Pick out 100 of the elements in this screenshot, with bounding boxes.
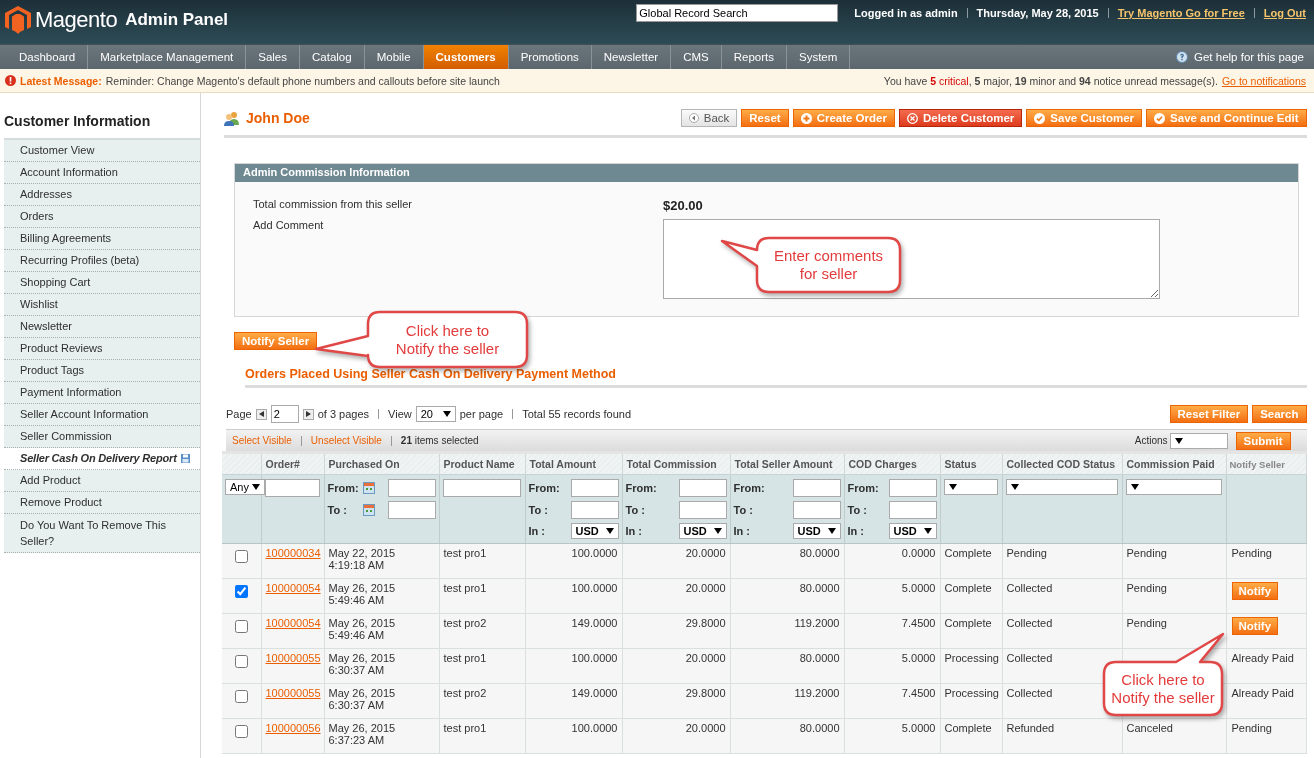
row-checkbox[interactable] [235,620,249,633]
sidebar-item[interactable]: Orders [4,206,200,228]
column-header[interactable]: Order# [261,452,324,475]
column-header[interactable]: Status [940,452,1002,475]
filter-field[interactable] [888,501,937,519]
field-label: Add Comment [253,219,325,233]
sidebar-item[interactable]: Add Product [4,470,200,492]
column-header[interactable]: Total Seller Amount [730,452,844,475]
table-cell: 149.0000 [571,617,618,629]
filter-dropdown[interactable]: USD [888,523,937,539]
sidebar-item[interactable]: Customer View [4,140,200,162]
row-checkbox[interactable] [235,585,249,598]
sidebar-item[interactable]: Addresses [4,184,200,206]
panel-header: Admin Commission Information [235,164,1298,182]
help-icon[interactable] [1176,51,1189,63]
back-button[interactable]: Back [680,109,738,127]
filter-dropdown[interactable]: Any [225,479,265,495]
table-cell: Pending [1126,547,1167,559]
per-page-dropdown[interactable]: 20 [415,406,456,422]
filter-field[interactable] [792,501,841,519]
header-link[interactable]: Try Magento Go for Free [1117,7,1245,19]
table-cell: 100.0000 [571,722,618,734]
action-button[interactable]: Delete Customer [898,109,1023,127]
filter-dropdown[interactable] [943,479,998,495]
filter-label: From: [625,482,657,494]
message-label: Latest Message: [20,74,102,87]
actions-dropdown[interactable] [1169,432,1228,449]
row-checkbox[interactable] [235,690,249,703]
filter-field[interactable] [264,479,320,497]
table-cell: test pro1 [443,652,487,664]
sidebar-item[interactable]: Product Tags [4,360,200,382]
alert-icon [5,75,16,86]
page-field[interactable]: 2 [270,405,299,423]
caret-icon [252,484,260,490]
table-cell: Refunded [1006,722,1055,734]
filter-label: In : [528,525,546,537]
filter-label: To : [847,504,868,516]
help-link[interactable]: Get help for this page [1194,51,1304,63]
table-cell: Complete [944,617,992,629]
filter-field[interactable] [888,479,937,497]
filter-label: To : [528,504,549,516]
filter-label: From: [327,482,359,494]
sidebar-item[interactable]: Account Information [4,162,200,184]
row-checkbox[interactable] [235,655,249,668]
table-cell: test pro2 [443,687,487,699]
caret-icon [923,528,932,534]
filter-field[interactable] [570,501,619,519]
column-header[interactable]: Total Amount [525,452,622,475]
row-checkbox[interactable] [235,725,249,738]
column-header[interactable]: Collected COD Status [1002,452,1122,475]
caret-icon [442,411,451,417]
table-cell: Pending [1231,547,1272,559]
filter-field[interactable] [442,479,521,497]
filter-dropdown[interactable]: USD [792,523,841,539]
sidebar-item[interactable]: Seller Account Information [4,404,200,426]
sidebar-item[interactable]: Recurring Profiles (beta) [4,250,200,272]
filter-field[interactable] [570,479,619,497]
sidebar-item[interactable]: Newsletter [4,316,200,338]
table-cell: Collected [1006,582,1053,594]
filter-field[interactable] [792,479,841,497]
table-cell: 7.4500 [901,687,936,699]
sidebar-item[interactable]: Billing Agreements [4,228,200,250]
table-cell: 29.8000 [685,617,726,629]
table-cell: 80.0000 [799,547,840,559]
search-field[interactable]: Global Record Search [636,4,839,22]
header-link[interactable]: Log Out [1263,7,1306,19]
filter-field[interactable] [678,479,727,497]
column-header[interactable]: COD Charges [844,452,940,475]
column-header[interactable]: Total Commission [622,452,730,475]
sidebar-item[interactable]: Wishlist [4,294,200,316]
sidebar-item[interactable]: Do You Want To Remove This Seller? [4,514,200,553]
caret-icon [1174,437,1183,444]
filter-field[interactable] [387,479,436,497]
caret-icon [1130,484,1139,490]
sidebar-item[interactable]: Payment Information [4,382,200,404]
left-arrow-icon [258,411,264,417]
table-cell: 0.0000 [901,547,936,559]
sidebar-item[interactable]: Remove Product [4,492,200,514]
table-cell: Pending [1006,547,1047,559]
calendar-icon[interactable] [362,504,375,516]
filter-field[interactable] [678,501,727,519]
sidebar-item[interactable]: Seller Commission [4,426,200,448]
calendar-icon[interactable] [362,482,375,494]
prev-page-button[interactable] [255,408,267,420]
filter-field[interactable] [387,501,436,519]
filter-label: To : [327,504,348,516]
column-header[interactable]: Commission Paid [1122,452,1226,475]
next-page-button[interactable] [302,408,314,420]
filter-dropdown[interactable]: USD [678,523,727,539]
table-cell: Canceled [1126,722,1173,734]
table-cell: 20.0000 [685,652,726,664]
column-header[interactable]: Product Name [439,452,525,475]
column-header[interactable]: Purchased On [324,452,439,475]
sidebar-item[interactable]: Product Reviews [4,338,200,360]
filter-label: To : [625,504,646,516]
table-cell: 80.0000 [799,582,840,594]
right-arrow-icon [305,411,311,417]
filter-dropdown[interactable]: USD [570,523,619,539]
sidebar-item[interactable]: Shopping Cart [4,272,200,294]
row-checkbox[interactable] [235,550,249,563]
